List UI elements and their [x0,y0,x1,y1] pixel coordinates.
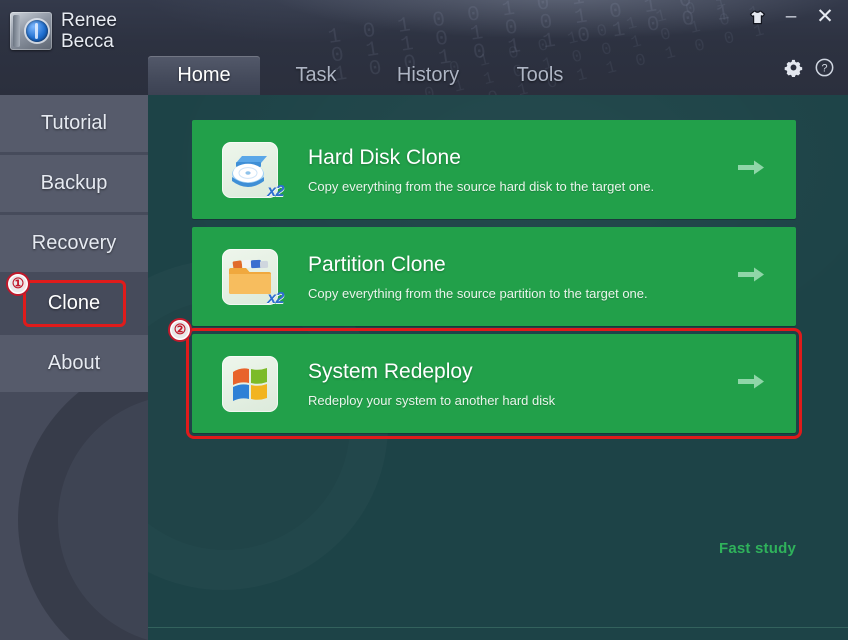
sidebar-item-recovery[interactable]: Recovery [0,215,148,272]
hard-disk-icon: x2 [222,141,284,200]
clone-options-list: x2 Hard Disk Clone Copy everything from … [186,120,802,441]
window-controls: – ✕ [746,6,836,28]
tab-tools[interactable]: Tools [484,56,596,95]
partition-folder-icon: x2 [222,248,284,307]
card-title: System Redeploy [308,359,473,383]
card-partition-clone[interactable]: x2 Partition Clone Copy everything from … [192,227,796,326]
app-brand: Renee Becca [10,10,117,52]
x2-badge: x2 [267,182,284,200]
minimize-button[interactable]: – [780,6,802,28]
sidebar-watermark-inner [58,395,148,640]
skin-tshirt-icon[interactable] [746,6,768,28]
main-content: x2 Hard Disk Clone Copy everything from … [148,95,848,640]
arrow-right-icon[interactable] [736,157,766,182]
title-bar: 1 0 1 0 0 1 0 1 1 0 1 0 0 1 1 0 1 0 0 1 … [0,0,848,95]
sidebar-watermark [18,355,148,640]
windows-logo-icon [222,355,278,412]
card-text: Hard Disk Clone Copy everything from the… [308,146,654,194]
brand-line-1: Renee [61,10,117,31]
sidebar-item-about[interactable]: About [0,335,148,392]
card-text: Partition Clone Copy everything from the… [308,253,648,301]
header-tool-icons: ? [784,58,834,82]
arrow-right-icon[interactable] [736,264,766,289]
annotation-marker-2: ② [168,318,192,342]
sidebar: Tutorial Backup Recovery Clone About [0,95,148,640]
sidebar-item-label: Clone [47,292,101,314]
card-description: Copy everything from the source hard dis… [308,178,655,194]
annotation-marker-1: ① [6,272,30,296]
fast-study-link[interactable]: Fast study [719,540,796,557]
renee-becca-window: 1 0 1 0 0 1 0 1 1 0 1 0 0 1 1 0 1 0 0 1 … [0,0,848,640]
arrow-right-icon[interactable] [736,371,766,396]
content-bottom-divider [148,627,848,628]
tab-home[interactable]: Home [148,56,260,95]
card-description: Redeploy your system to another hard dis… [308,392,556,408]
card-hard-disk-clone[interactable]: x2 Hard Disk Clone Copy everything from … [192,120,796,219]
vault-safe-icon [10,12,52,50]
card-text: System Redeploy Redeploy your system to … [308,360,555,408]
sidebar-item-label: Backup [40,172,108,194]
tab-task[interactable]: Task [260,56,372,95]
close-button[interactable]: ✕ [814,6,836,28]
x2-badge: x2 [267,289,284,307]
gear-icon[interactable] [784,58,803,82]
card-system-redeploy[interactable]: System Redeploy Redeploy your system to … [186,328,802,439]
brand-line-2: Becca [61,31,114,52]
card-description: Copy everything from the source partitio… [308,285,648,301]
help-circle-icon[interactable]: ? [815,58,834,82]
sidebar-item-tutorial[interactable]: Tutorial [0,95,148,152]
sidebar-item-backup[interactable]: Backup [0,155,148,212]
brand-text: Renee Becca [61,10,117,52]
card-title: Partition Clone [308,252,446,276]
tab-history[interactable]: History [372,56,484,95]
sidebar-item-label: Recovery [31,232,117,254]
main-tabs: Home Task History Tools [148,51,596,95]
sidebar-item-label: About [47,352,101,374]
vault-dial [26,20,48,42]
card-title: Hard Disk Clone [308,145,461,169]
svg-text:?: ? [821,63,827,75]
sidebar-item-label: Tutorial [41,112,107,134]
